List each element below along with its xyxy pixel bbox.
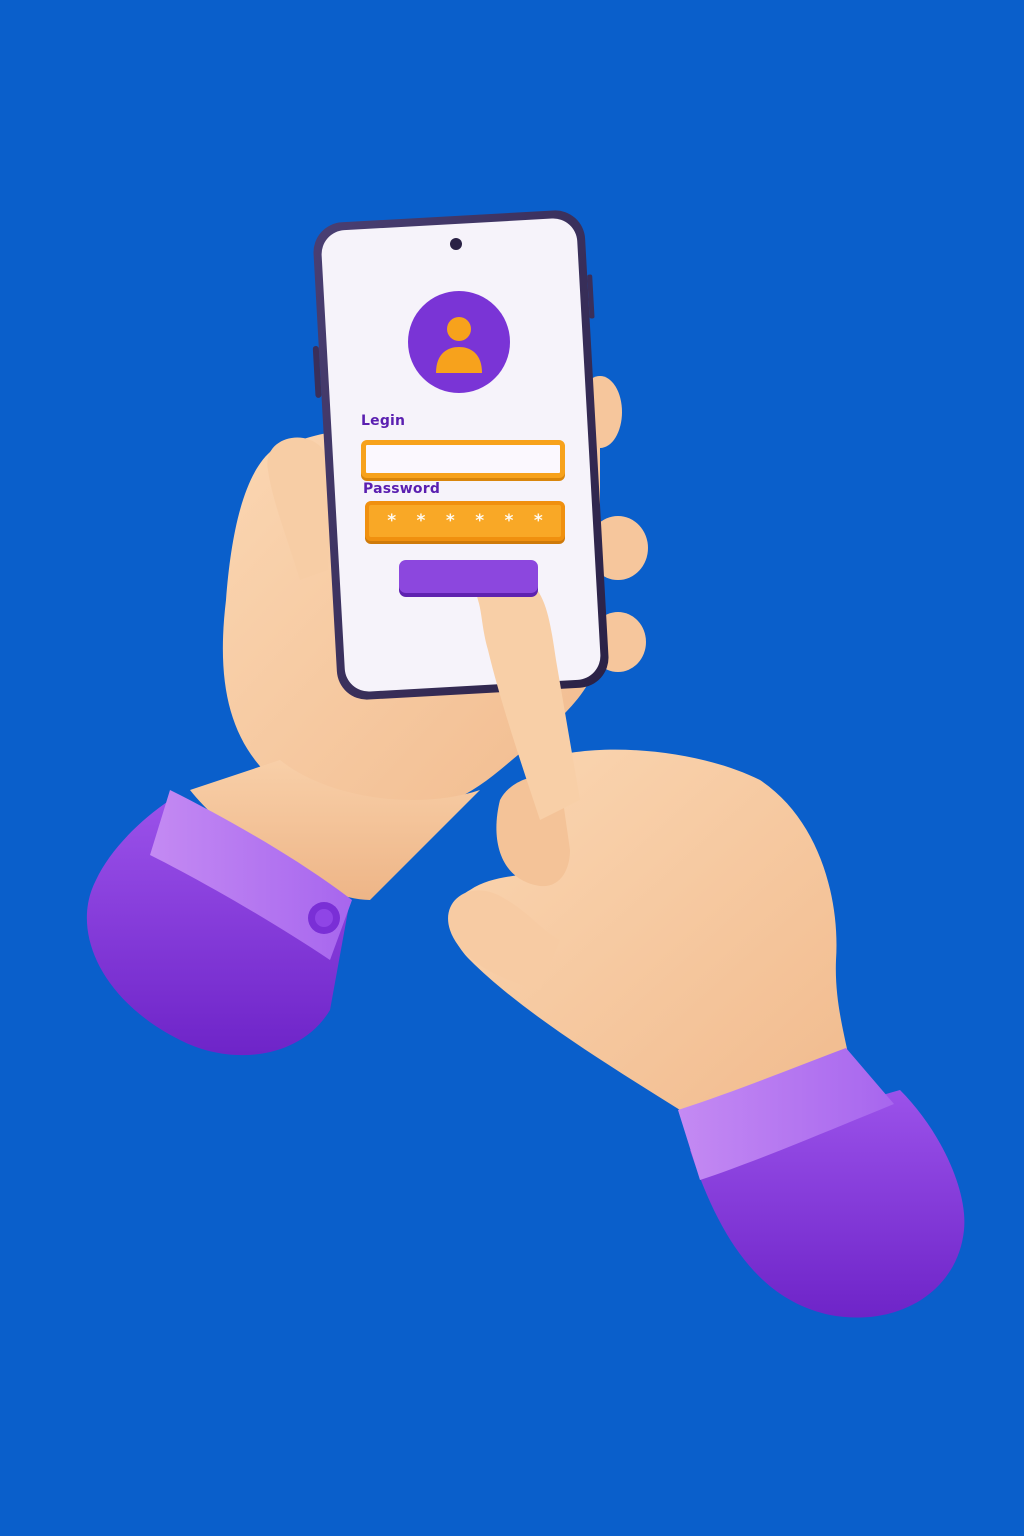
password-mask-char: *	[475, 510, 485, 531]
login-screen: Legin Password * * * * * *	[0, 0, 1024, 1536]
password-label: Password	[363, 481, 441, 497]
password-mask-char: *	[387, 510, 397, 531]
password-input[interactable]: * * * * * *	[365, 501, 565, 541]
password-mask-char: *	[504, 510, 514, 531]
password-mask-char: *	[533, 510, 543, 531]
login-input[interactable]	[361, 440, 565, 478]
login-submit-button[interactable]	[399, 560, 538, 593]
password-mask-char: *	[445, 510, 455, 531]
avatar	[408, 291, 510, 393]
password-mask-char: *	[416, 510, 426, 531]
login-label: Legin	[361, 413, 406, 429]
